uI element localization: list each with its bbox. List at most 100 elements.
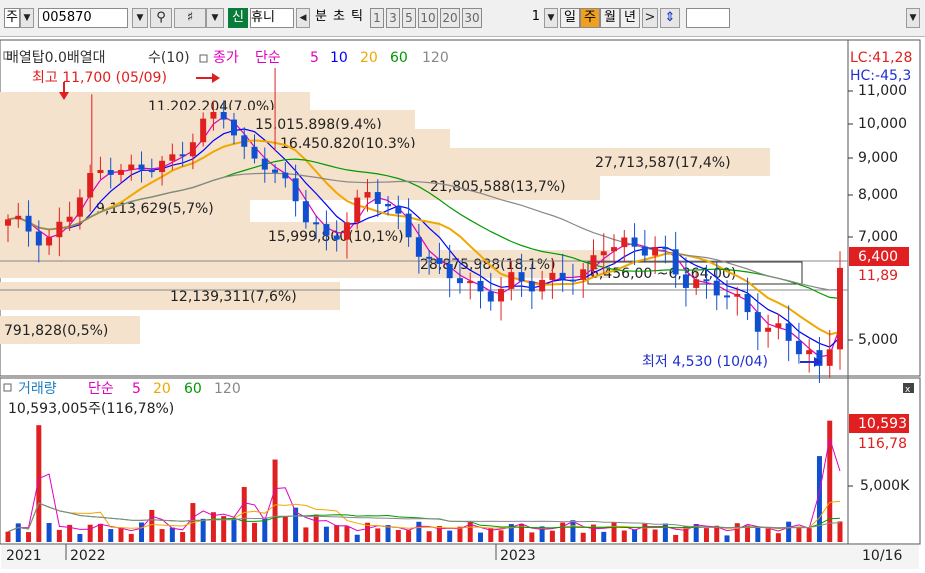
- candle-body: [159, 160, 166, 173]
- candle-body: [282, 172, 289, 179]
- candle-body: [189, 142, 196, 157]
- volume-bar: [354, 534, 360, 542]
- next-arrow-icon[interactable]: >: [642, 8, 658, 28]
- current-price: 6,400: [858, 249, 898, 265]
- volume-bar: [786, 521, 792, 542]
- candle-body: [734, 293, 741, 297]
- candle-body: [76, 197, 83, 217]
- volume-bar: [5, 531, 11, 542]
- market-dropdown-icon[interactable]: ▼: [20, 8, 34, 28]
- chart-area[interactable]: 11,202,204(7,0%) 15,015,898(9,4%) 16,450,8…: [0, 36, 925, 570]
- candle-body: [754, 312, 761, 332]
- unit-dropdown-icon[interactable]: ▼: [544, 8, 558, 28]
- interval-1[interactable]: 1: [370, 8, 384, 28]
- stock-code-input[interactable]: 005870: [38, 8, 128, 28]
- period-second[interactable]: 초: [330, 8, 348, 28]
- volume-bar: [344, 526, 350, 542]
- candle-body: [528, 281, 535, 292]
- volume-bar: [796, 528, 802, 542]
- left-arrow-icon[interactable]: ◀: [296, 8, 310, 28]
- candle-body: [559, 272, 566, 280]
- extra-input-field[interactable]: [686, 8, 730, 28]
- candle-body: [703, 279, 710, 282]
- candle-body: [641, 246, 648, 256]
- updown-arrow-icon[interactable]: ⇕: [660, 8, 680, 28]
- volume-bar: [46, 522, 52, 542]
- legend-ma-20: 20: [360, 50, 378, 66]
- legend-ma-60: 60: [390, 50, 408, 66]
- candle-body: [498, 288, 505, 302]
- volume-bar: [87, 524, 93, 542]
- candle-body: [446, 263, 453, 279]
- legend-ma-120: 120: [422, 50, 449, 66]
- x-label-2022: 2022: [70, 548, 106, 564]
- volume-bar: [159, 529, 165, 542]
- window-dropdown-icon[interactable]: ▼: [906, 8, 920, 28]
- timeframe-week[interactable]: 주: [580, 8, 600, 28]
- volume-bar: [118, 527, 124, 542]
- interval-5[interactable]: 5: [402, 8, 416, 28]
- candle-body: [693, 279, 700, 288]
- chart-svg: 11,202,204(7,0%)15,015,898(9,4%)16,450,8…: [0, 39, 921, 569]
- candle-body: [518, 272, 525, 282]
- period-tick[interactable]: 틱: [348, 8, 366, 28]
- legend-ma-5: 5: [310, 50, 319, 66]
- candle-body: [569, 279, 576, 282]
- volume-bar: [210, 512, 216, 542]
- volume-bar: [200, 518, 206, 542]
- search-icon[interactable]: ⚲: [150, 8, 172, 28]
- candle-body: [744, 293, 751, 313]
- speaker-icon[interactable]: ♯: [174, 8, 206, 28]
- candle-body: [549, 272, 556, 280]
- speaker-dropdown-icon[interactable]: ▼: [206, 8, 224, 28]
- volume-bar: [241, 487, 247, 542]
- candle-body: [200, 118, 207, 143]
- price-tick-5000: 5,000: [858, 332, 898, 348]
- legend-simple: 단순: [255, 50, 281, 66]
- volume-bar: [703, 528, 709, 542]
- new-badge: 신: [228, 8, 248, 28]
- unit-value-field[interactable]: 1: [488, 8, 544, 28]
- volume-bar: [549, 530, 555, 542]
- interval-3[interactable]: 3: [386, 8, 400, 28]
- volume-profile-label: 791,828(0,5%): [4, 323, 108, 339]
- candle-body: [230, 119, 237, 136]
- volume-bar: [477, 532, 483, 542]
- candle-body: [806, 350, 813, 355]
- candle-body: [128, 164, 135, 170]
- volume-bar: [180, 532, 186, 542]
- volume-bar: [621, 530, 627, 542]
- candle-body: [302, 201, 309, 223]
- candle-body: [35, 231, 42, 246]
- volume-bar: [529, 532, 535, 542]
- timeframe-year[interactable]: 년: [620, 8, 640, 28]
- candle-body: [385, 203, 392, 207]
- candle-body: [323, 224, 330, 236]
- timeframe-day[interactable]: 일: [560, 8, 580, 28]
- candle-body: [220, 112, 227, 120]
- volume-bar: [837, 521, 843, 542]
- candle-body: [66, 216, 73, 222]
- timeframe-month[interactable]: 월: [600, 8, 620, 28]
- volume-bar: [426, 531, 432, 542]
- volume-bar: [26, 532, 32, 542]
- volume-bar: [169, 527, 175, 542]
- volume-bar: [272, 459, 278, 542]
- candle-body: [354, 197, 361, 223]
- volume-bar: [806, 528, 812, 542]
- candle-body: [313, 222, 320, 225]
- volume-bar: [252, 522, 258, 542]
- volume-bar: [632, 529, 638, 542]
- period-minute[interactable]: 분: [312, 8, 330, 28]
- market-select[interactable]: 주: [4, 8, 20, 28]
- volume-bar: [775, 533, 781, 542]
- low-label: 최저 4,530 (10/04): [642, 354, 768, 370]
- interval-20[interactable]: 20: [440, 8, 460, 28]
- volume-profile-label: 21,805,588(13,7%): [430, 179, 566, 195]
- code-dropdown-icon[interactable]: ▼: [132, 8, 148, 28]
- candle-body: [292, 178, 299, 202]
- legend-overlap-text: 배열탑0.0배열대: [6, 50, 106, 66]
- interval-30[interactable]: 30: [462, 8, 482, 28]
- interval-10[interactable]: 10: [418, 8, 438, 28]
- volume-bar: [714, 525, 720, 542]
